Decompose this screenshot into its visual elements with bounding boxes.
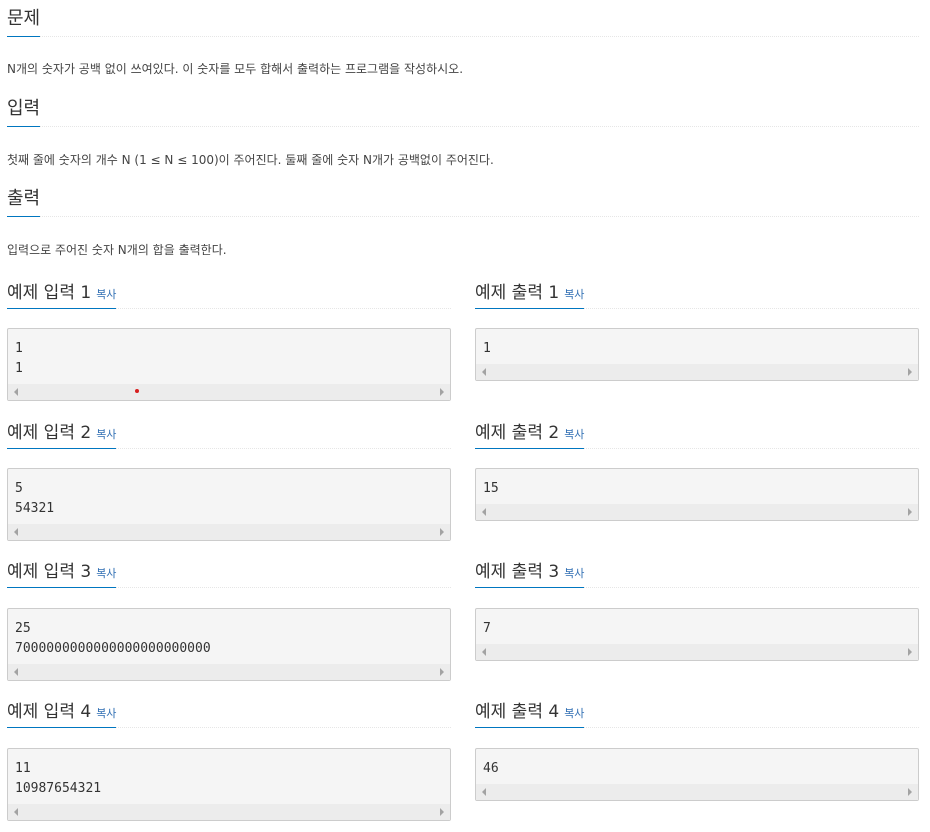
scroll-right-icon[interactable]: [908, 648, 912, 656]
horizontal-scrollbar[interactable]: [8, 524, 450, 540]
copy-output-3-button[interactable]: 복사: [564, 567, 584, 580]
example-input-2-box[interactable]: 5 54321: [7, 468, 451, 541]
example-output-1-header: 예제 출력 1 복사: [475, 278, 919, 309]
example-output-1-title: 예제 출력 1 복사: [475, 282, 585, 309]
output-title: 출력: [7, 188, 41, 217]
cursor-dot: [135, 389, 139, 393]
example-output-3-title-text: 예제 출력 3: [475, 561, 560, 582]
example-input-3-box[interactable]: 25 7000000000000000000000000: [7, 608, 451, 681]
input-description: 첫째 줄에 숫자의 개수 N (1 ≤ N ≤ 100)이 주어진다. 둘째 줄…: [7, 153, 494, 167]
example-input-2-header: 예제 입력 2 복사: [7, 418, 451, 449]
example-output-2-title: 예제 출력 2 복사: [475, 422, 585, 449]
copy-input-2-button[interactable]: 복사: [96, 428, 116, 441]
example-input-1-box[interactable]: 1 1: [7, 328, 451, 401]
example-input-1-title: 예제 입력 1 복사: [7, 282, 117, 309]
example-output-1-title-text: 예제 출력 1: [475, 282, 560, 303]
scroll-left-icon[interactable]: [14, 388, 18, 396]
example-output-2-title-text: 예제 출력 2: [475, 422, 560, 443]
scroll-right-icon[interactable]: [908, 508, 912, 516]
example-input-1-header: 예제 입력 1 복사: [7, 278, 451, 309]
example-input-4-title-text: 예제 입력 4: [7, 701, 92, 722]
example-input-1-title-text: 예제 입력 1: [7, 282, 92, 303]
example-output-4-box[interactable]: 46: [475, 748, 919, 801]
example-output-3-title: 예제 출력 3 복사: [475, 561, 585, 588]
horizontal-scrollbar[interactable]: [8, 804, 450, 820]
horizontal-scrollbar[interactable]: [8, 664, 450, 680]
example-output-3-header: 예제 출력 3 복사: [475, 557, 919, 588]
copy-input-4-button[interactable]: 복사: [96, 707, 116, 720]
copy-output-4-button[interactable]: 복사: [564, 707, 584, 720]
input-title: 입력: [7, 98, 41, 127]
example-output-2-header: 예제 출력 2 복사: [475, 418, 919, 449]
example-output-1-value: 1: [483, 341, 491, 356]
copy-output-1-button[interactable]: 복사: [564, 288, 584, 301]
example-output-4-title-text: 예제 출력 4: [475, 701, 560, 722]
scroll-left-icon[interactable]: [14, 528, 18, 536]
problem-title: 문제: [7, 8, 41, 37]
horizontal-scrollbar[interactable]: [476, 504, 918, 520]
scroll-right-icon[interactable]: [440, 528, 444, 536]
horizontal-scrollbar[interactable]: [476, 784, 918, 800]
example-input-1-value: 1 1: [15, 341, 23, 376]
copy-output-2-button[interactable]: 복사: [564, 428, 584, 441]
scroll-right-icon[interactable]: [440, 808, 444, 816]
example-input-4-title: 예제 입력 4 복사: [7, 701, 117, 728]
horizontal-scrollbar[interactable]: [476, 644, 918, 660]
scroll-right-icon[interactable]: [908, 368, 912, 376]
scroll-right-icon[interactable]: [908, 788, 912, 796]
horizontal-scrollbar[interactable]: [8, 384, 450, 400]
example-output-1-box[interactable]: 1: [475, 328, 919, 381]
scroll-right-icon[interactable]: [440, 388, 444, 396]
example-input-4-box[interactable]: 11 10987654321: [7, 748, 451, 821]
example-input-3-header: 예제 입력 3 복사: [7, 557, 451, 588]
example-output-4-header: 예제 출력 4 복사: [475, 697, 919, 728]
example-output-2-value: 15: [483, 481, 499, 496]
scroll-right-icon[interactable]: [440, 668, 444, 676]
scroll-left-icon[interactable]: [482, 648, 486, 656]
example-output-4-value: 46: [483, 761, 499, 776]
input-section-header: 입력: [7, 90, 919, 127]
example-input-3-title: 예제 입력 3 복사: [7, 561, 117, 588]
scroll-left-icon[interactable]: [14, 668, 18, 676]
example-input-2-title: 예제 입력 2 복사: [7, 422, 117, 449]
scroll-left-icon[interactable]: [482, 368, 486, 376]
example-input-3-title-text: 예제 입력 3: [7, 561, 92, 582]
scroll-left-icon[interactable]: [482, 508, 486, 516]
copy-input-1-button[interactable]: 복사: [96, 288, 116, 301]
scroll-left-icon[interactable]: [14, 808, 18, 816]
example-input-2-value: 5 54321: [15, 481, 55, 516]
example-output-3-value: 7: [483, 621, 491, 636]
example-output-4-title: 예제 출력 4 복사: [475, 701, 585, 728]
example-input-4-header: 예제 입력 4 복사: [7, 697, 451, 728]
output-section-header: 출력: [7, 180, 919, 217]
example-input-4-value: 11 10987654321: [15, 761, 102, 796]
example-input-2-title-text: 예제 입력 2: [7, 422, 92, 443]
problem-description: N개의 숫자가 공백 없이 쓰여있다. 이 숫자를 모두 합해서 출력하는 프로…: [7, 62, 464, 76]
example-output-3-box[interactable]: 7: [475, 608, 919, 661]
horizontal-scrollbar[interactable]: [476, 364, 918, 380]
scroll-left-icon[interactable]: [482, 788, 486, 796]
example-input-3-value: 25 7000000000000000000000000: [15, 621, 211, 656]
problem-section-header: 문제: [7, 0, 919, 37]
problem-page: 문제 N개의 숫자가 공백 없이 쓰여있다. 이 숫자를 모두 합해서 출력하는…: [0, 0, 930, 832]
output-description: 입력으로 주어진 숫자 N개의 합을 출력한다.: [7, 243, 227, 257]
copy-input-3-button[interactable]: 복사: [96, 567, 116, 580]
example-output-2-box[interactable]: 15: [475, 468, 919, 521]
